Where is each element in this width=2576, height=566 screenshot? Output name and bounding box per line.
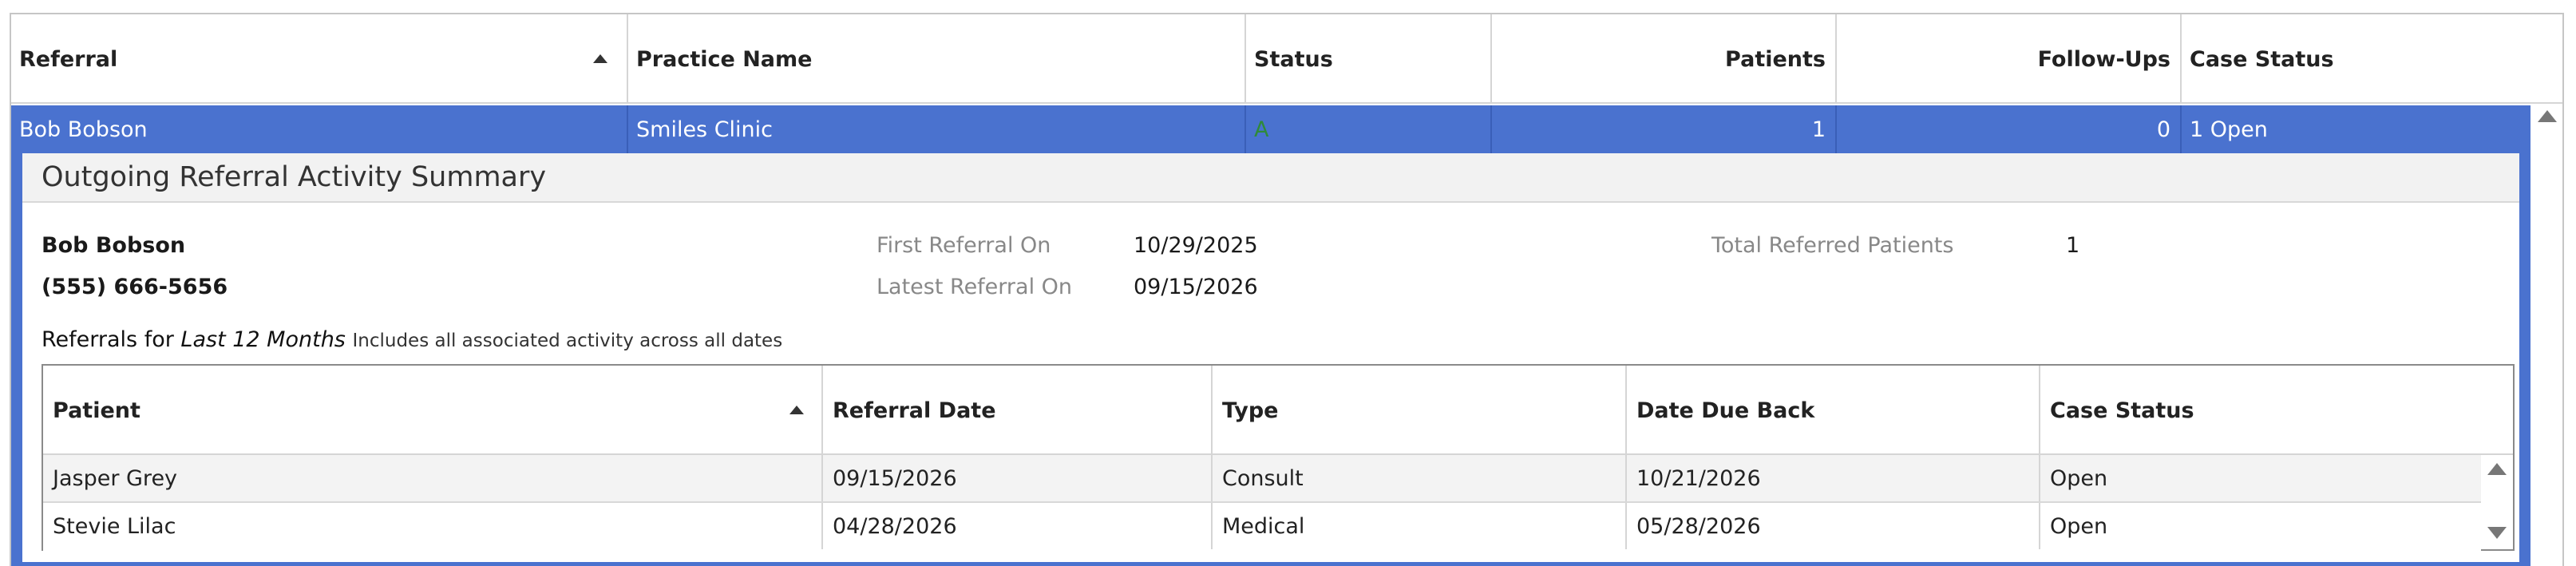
cell-type: Medical [1213,503,1627,549]
cell-case-status: Open [2050,465,2108,491]
column-header-label: Case Status [2190,46,2334,72]
main-table-scrollbar[interactable] [2532,105,2562,566]
column-header-patient[interactable]: Patient [43,366,823,455]
column-header-label: Patients [1725,46,1826,72]
column-header-status[interactable]: Status [1246,14,1492,104]
column-header-label: Follow-Ups [2037,46,2170,72]
total-referred-patients-value: 1 [2066,233,2080,258]
column-header-referral-date[interactable]: Referral Date [823,366,1213,455]
column-header-label: Patient [53,398,140,423]
referrals-period: Last 12 Months [180,327,346,352]
table-row[interactable]: Jasper Grey 09/15/2026 Consult 10/21/202… [43,455,2481,503]
latest-referral-label: Latest Referral On [876,275,1073,299]
column-header-label: Referral [19,46,118,72]
scroll-up-arrow-icon[interactable] [2538,110,2557,122]
column-header-patients[interactable]: Patients [1492,14,1837,104]
status-badge: A [1254,117,1269,142]
referrals-table-header: Patient Referral Date Type Date Due Back… [43,366,2513,455]
referrals-table-scrollbar[interactable] [2481,455,2513,549]
referrer-name: Bob Bobson [42,233,186,258]
first-referral-value: 10/29/2025 [1134,233,1258,258]
column-header-label: Referral Date [833,398,996,423]
column-header-referral[interactable]: Referral [11,14,628,104]
cell-date-due-back: 10/21/2026 [1627,455,2040,501]
column-header-type[interactable]: Type [1213,366,1627,455]
total-referred-patients-label: Total Referred Patients [1711,233,1954,258]
scroll-down-arrow-icon[interactable] [2487,527,2507,539]
referrer-phone: (555) 666-5656 [42,275,228,299]
column-header-practice-name[interactable]: Practice Name [628,14,1246,104]
cell-follow-ups: 0 [1837,105,2182,153]
cell-status: A [1246,105,1492,153]
cell-patient: Stevie Lilac [43,503,823,549]
selected-table-row[interactable]: Bob Bobson Smiles Clinic A 1 0 1 Open [11,105,2530,153]
column-header-case-status[interactable]: Case Status [2040,366,2511,455]
activity-summary: Outgoing Referral Activity Summary Bob B… [22,153,2519,562]
column-header-label: Type [1222,398,1279,423]
cell-case-status: Open [2050,513,2108,539]
cell-patients: 1 [1492,105,1837,153]
cell-type: Consult [1213,455,1627,501]
cell-referral-date: 09/15/2026 [823,455,1213,501]
cell-practice-name: Smiles Clinic [628,105,1246,153]
main-table-header: Referral Practice Name Status Patients F… [11,14,2562,104]
cell-patient: Jasper Grey [43,455,823,501]
cell-referral-date: 04/28/2026 [823,503,1213,549]
first-referral-label: First Referral On [876,233,1051,258]
column-header-case-status[interactable]: Case Status [2182,14,2562,104]
sort-ascending-icon [789,406,804,414]
column-header-follow-ups[interactable]: Follow-Ups [1837,14,2182,104]
referral-grid: Referral Practice Name Status Patients F… [10,13,2564,566]
scroll-up-arrow-icon[interactable] [2487,463,2507,475]
column-header-label: Date Due Back [1636,398,1815,423]
cell-referral: Bob Bobson [11,105,628,153]
summary-title: Outgoing Referral Activity Summary [22,153,2519,203]
column-header-label: Case Status [2050,398,2194,423]
referrals-note: Includes all associated activity across … [352,330,783,351]
latest-referral-value: 09/15/2026 [1134,275,1258,299]
column-header-label: Status [1254,46,1333,72]
cell-case-status: 1 Open [2190,117,2268,142]
column-header-label: Practice Name [636,46,813,72]
sort-ascending-icon [593,54,607,63]
column-header-date-due-back[interactable]: Date Due Back [1627,366,2040,455]
referrals-table: Patient Referral Date Type Date Due Back… [42,364,2515,551]
table-row[interactable]: Stevie Lilac 04/28/2026 Medical 05/28/20… [43,503,2481,551]
referrals-for-prefix: Referrals for [42,327,174,352]
row-detail-panel: Outgoing Referral Activity Summary Bob B… [11,153,2530,566]
cell-date-due-back: 05/28/2026 [1627,503,2040,549]
referrals-period-caption: Referrals for Last 12 Months Includes al… [42,327,782,352]
